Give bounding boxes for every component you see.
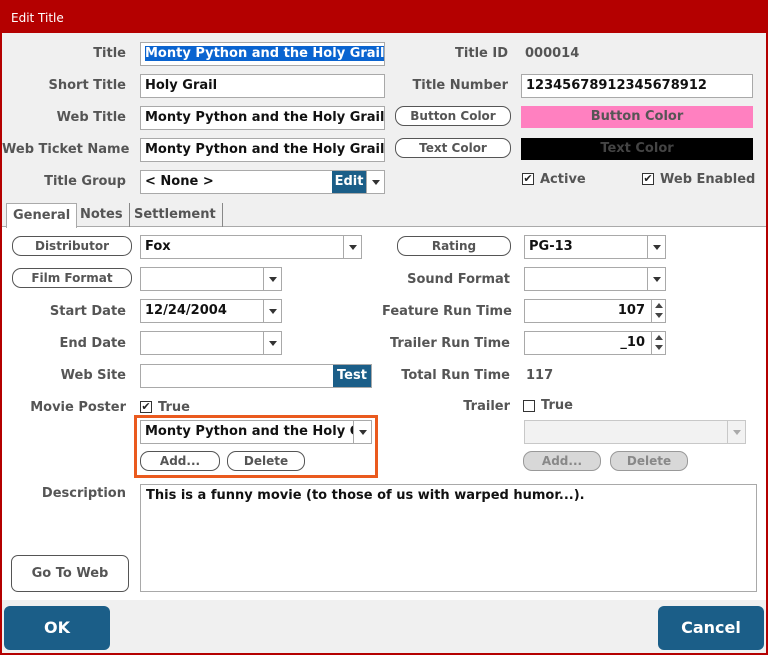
title-group-select[interactable]: < None > Edit	[140, 170, 385, 194]
web-site-label: Web Site	[60, 368, 126, 383]
go-to-web-button[interactable]: Go To Web	[11, 555, 129, 592]
spinner-icon[interactable]	[651, 332, 665, 354]
active-checkbox[interactable]: ✔	[522, 173, 534, 185]
trailer-run-time-input[interactable]: _10	[524, 331, 666, 355]
title-id-label: Title ID	[455, 46, 508, 61]
chevron-down-icon[interactable]	[263, 268, 281, 290]
chevron-down-icon[interactable]	[727, 421, 745, 443]
feature-run-time-value: 107	[617, 303, 645, 318]
chevron-down-icon[interactable]	[353, 421, 371, 443]
text-color-swatch: Text Color	[521, 138, 753, 160]
button-color-swatch: Button Color	[521, 106, 753, 128]
poster-delete-button[interactable]: Delete	[227, 451, 305, 471]
sound-format-label: Sound Format	[407, 272, 510, 287]
title-number-label: Title Number	[412, 78, 508, 93]
tab-notes[interactable]: Notes	[74, 203, 130, 227]
feature-run-time-label: Feature Run Time	[382, 304, 512, 319]
web-enabled-label: Web Enabled	[660, 172, 756, 187]
chevron-down-icon[interactable]	[366, 171, 384, 193]
title-label: Title	[93, 46, 126, 61]
trailer-run-time-label: Trailer Run Time	[389, 336, 510, 351]
chevron-down-icon[interactable]	[343, 236, 361, 258]
start-date-picker[interactable]: 12/24/2004	[140, 299, 282, 323]
start-date-label: Start Date	[49, 304, 126, 319]
web-site-test-button[interactable]: Test	[333, 365, 371, 387]
movie-poster-label: Movie Poster	[30, 400, 126, 415]
total-run-time-value: 117	[526, 368, 554, 383]
movie-poster-true-label: True	[158, 400, 190, 415]
cancel-button[interactable]: Cancel	[658, 606, 764, 650]
web-site-input[interactable]: Test	[140, 364, 372, 388]
chevron-down-icon[interactable]	[263, 300, 281, 322]
title-group-label: Title Group	[44, 174, 126, 189]
rating-button[interactable]: Rating	[397, 236, 511, 256]
tab-general[interactable]: General	[6, 203, 78, 228]
description-textarea[interactable]: This is a funny movie (to those of us wi…	[140, 484, 757, 592]
footer-band	[2, 600, 766, 653]
active-label: Active	[540, 172, 586, 187]
web-enabled-checkbox[interactable]: ✔	[642, 173, 654, 185]
feature-run-time-input[interactable]: 107	[524, 299, 666, 323]
button-color-button[interactable]: Button Color	[395, 106, 511, 126]
short-title-label: Short Title	[48, 78, 126, 93]
trailer-checkbox[interactable]	[523, 400, 535, 412]
movie-poster-select[interactable]: Monty Python and the Holy Gr	[140, 420, 372, 444]
edit-title-dialog: Title Monty Python and the Holy Grail Sh…	[2, 33, 766, 653]
movie-poster-value: Monty Python and the Holy Gr	[145, 424, 367, 439]
trailer-add-button[interactable]: Add...	[523, 451, 601, 471]
tab-settlement[interactable]: Settlement	[128, 203, 223, 227]
film-format-select[interactable]	[140, 267, 282, 291]
window-titlebar: Edit Title	[0, 0, 768, 33]
web-title-input[interactable]: Monty Python and the Holy Grail	[140, 106, 385, 130]
title-value: Monty Python and the Holy Grail	[145, 46, 385, 61]
rating-select[interactable]: PG-13	[524, 235, 666, 259]
short-title-input[interactable]: Holy Grail	[140, 74, 385, 98]
trailer-true-label: True	[541, 398, 573, 413]
film-format-button[interactable]: Film Format	[12, 268, 132, 288]
chevron-down-icon[interactable]	[647, 268, 665, 290]
trailer-label: Trailer	[463, 399, 510, 414]
rating-value: PG-13	[529, 239, 573, 254]
poster-add-button[interactable]: Add...	[140, 451, 220, 471]
title-group-edit-button[interactable]: Edit	[332, 171, 366, 193]
title-id-value: 000014	[525, 46, 580, 61]
sound-format-select[interactable]	[524, 267, 666, 291]
movie-poster-checkbox[interactable]: ✔	[140, 401, 152, 413]
web-ticket-name-input[interactable]: Monty Python and the Holy Grail	[140, 138, 385, 162]
chevron-down-icon[interactable]	[263, 332, 281, 354]
end-date-label: End Date	[59, 336, 126, 351]
ok-button[interactable]: OK	[4, 606, 110, 650]
distributor-value: Fox	[145, 239, 171, 254]
total-run-time-label: Total Run Time	[401, 368, 510, 383]
distributor-button[interactable]: Distributor	[12, 236, 132, 256]
title-group-value: < None >	[145, 174, 214, 189]
description-label: Description	[41, 486, 126, 501]
end-date-picker[interactable]	[140, 331, 282, 355]
chevron-down-icon[interactable]	[647, 236, 665, 258]
trailer-run-time-value: _10	[620, 335, 645, 350]
web-title-label: Web Title	[56, 110, 126, 125]
web-ticket-name-label: Web Ticket Name	[2, 142, 130, 157]
window-title: Edit Title	[11, 11, 64, 25]
trailer-delete-button[interactable]: Delete	[610, 451, 688, 471]
start-date-value: 12/24/2004	[145, 303, 227, 318]
title-input[interactable]: Monty Python and the Holy Grail	[140, 42, 385, 66]
trailer-select[interactable]	[524, 420, 746, 444]
spinner-icon[interactable]	[651, 300, 665, 322]
title-number-input[interactable]: 12345678912345678912	[521, 74, 753, 98]
distributor-select[interactable]: Fox	[140, 235, 362, 259]
text-color-button[interactable]: Text Color	[395, 138, 511, 158]
